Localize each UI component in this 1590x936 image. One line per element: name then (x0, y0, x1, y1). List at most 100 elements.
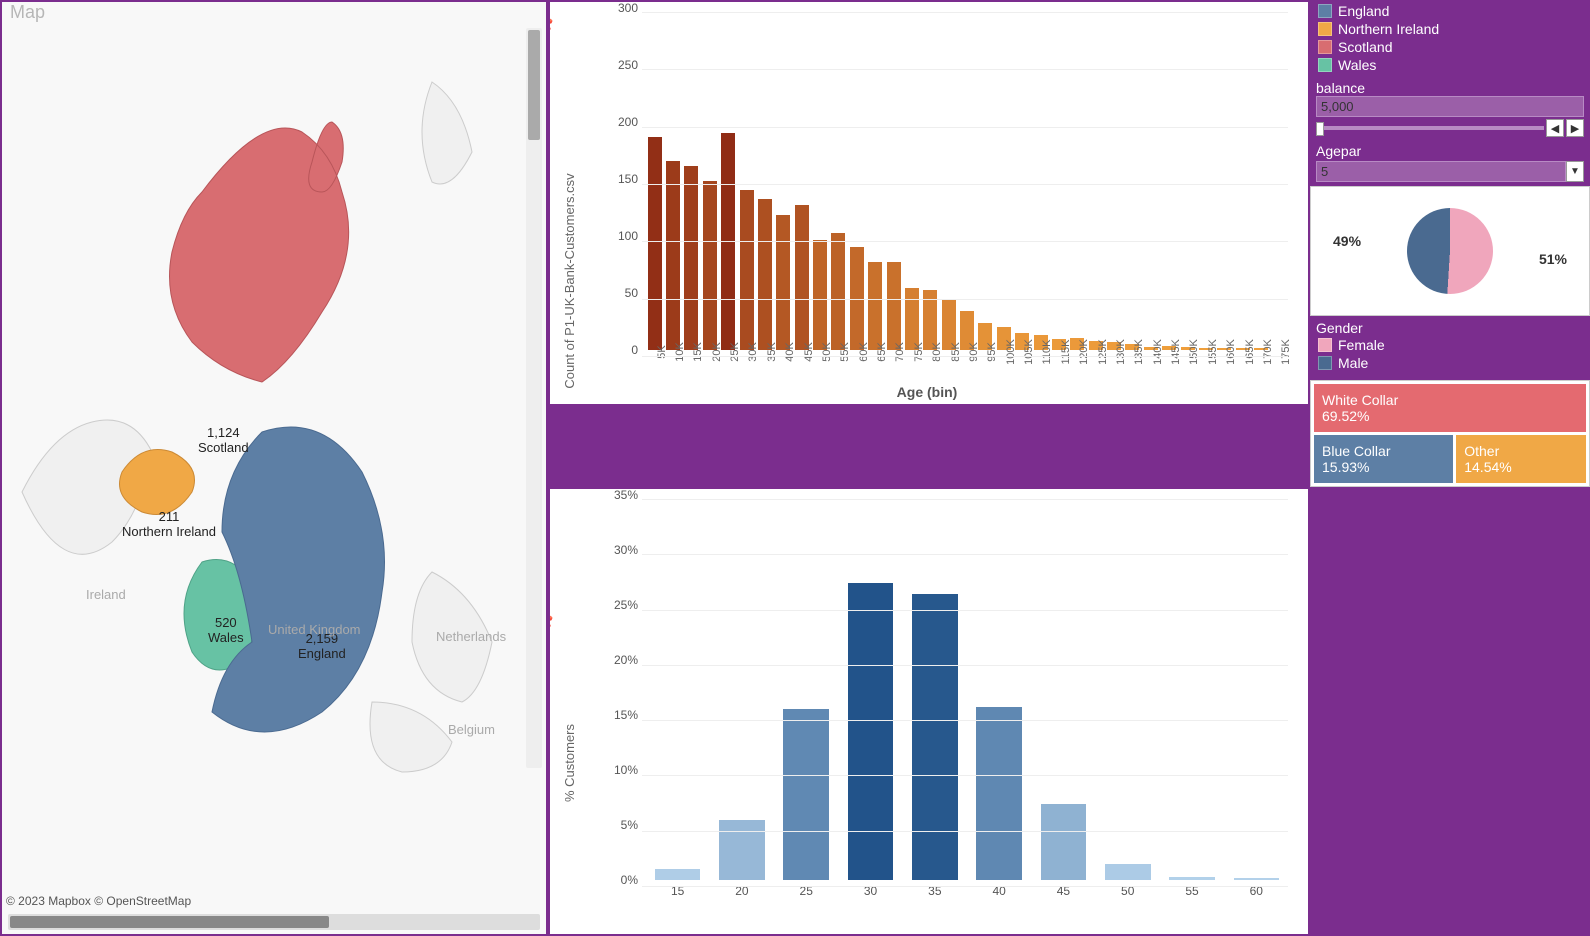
bar[interactable] (1041, 804, 1087, 880)
treemap-cell[interactable]: Blue Collar15.93% (1314, 435, 1453, 483)
ytick: 0 (631, 343, 638, 357)
bar[interactable] (648, 137, 662, 350)
wales-name: Wales (208, 630, 244, 645)
bar[interactable] (758, 199, 772, 350)
ytick: 300 (618, 1, 638, 15)
map-title: Map (10, 2, 45, 23)
bar[interactable] (783, 709, 829, 880)
treemap-cell[interactable]: White Collar69.52% (1314, 384, 1586, 432)
bar[interactable] (666, 161, 680, 350)
legend-label: England (1338, 3, 1389, 19)
map-hscroll[interactable] (8, 914, 540, 930)
map-area[interactable]: Map 1,124Scotland 211Northern Ireland 52… (2, 2, 546, 934)
bar[interactable] (831, 233, 845, 350)
slider-prev[interactable]: ◀ (1546, 119, 1564, 137)
balance-label: balance (1316, 80, 1584, 96)
bar[interactable] (976, 707, 1022, 880)
legend-item[interactable]: Female (1316, 336, 1584, 354)
pie-right-pct: 51% (1539, 251, 1567, 267)
legend-item[interactable]: England (1316, 2, 1584, 20)
region-scotland[interactable] (170, 122, 349, 382)
bg-be: Belgium (448, 722, 495, 737)
balance-slider[interactable] (1316, 126, 1544, 130)
ytick: 15% (614, 708, 638, 722)
legend-swatch (1318, 58, 1332, 72)
map-panel: Map 1,124Scotland 211Northern Ireland 52… (0, 0, 548, 936)
pin-icon[interactable]: 📌 (548, 15, 558, 38)
bar[interactable] (719, 820, 765, 880)
xtick: 175K (1280, 339, 1292, 365)
bar-col[interactable]: 20 (710, 499, 773, 880)
bar[interactable] (887, 262, 901, 350)
age-histogram: 📌 % Customers 0%5%10%15%20%25%30%35% 152… (548, 487, 1310, 936)
bar-col[interactable]: 50 (1096, 499, 1159, 880)
bg-ireland: Ireland (86, 587, 126, 602)
bar[interactable] (1234, 878, 1280, 880)
bar[interactable] (848, 583, 894, 880)
slider-next[interactable]: ▶ (1566, 119, 1584, 137)
gender-pie[interactable]: 49% 51% (1310, 186, 1590, 316)
legend-item[interactable]: Scotland (1316, 38, 1584, 56)
treemap-pct: 15.93% (1322, 459, 1445, 475)
nireland-name: Northern Ireland (122, 524, 216, 539)
bar-col[interactable]: 55 (1160, 499, 1223, 880)
map-attribution: © 2023 Mapbox © OpenStreetMap (6, 894, 191, 908)
agepar-select[interactable]: 5 (1316, 161, 1566, 182)
bar[interactable] (905, 288, 919, 350)
bar[interactable] (813, 240, 827, 350)
bar-col[interactable]: 60 (1225, 499, 1288, 880)
map-vscroll[interactable] (526, 28, 542, 768)
bar-col[interactable]: 30 (839, 499, 902, 880)
legend-label: Wales (1338, 57, 1376, 73)
bar[interactable] (1169, 877, 1215, 880)
bar[interactable] (795, 205, 809, 350)
agepar-label: Agepar (1316, 143, 1584, 159)
legend-label: Female (1338, 337, 1385, 353)
treemap-pct: 14.54% (1464, 459, 1578, 475)
legend-item[interactable]: Northern Ireland (1316, 20, 1584, 38)
ytick: 150 (618, 172, 638, 186)
bar[interactable] (655, 869, 701, 880)
bar[interactable] (868, 262, 882, 350)
balance-param: balance ◀ ▶ (1310, 78, 1590, 139)
bar-col[interactable]: 15 (646, 499, 709, 880)
gender-legend: Gender FemaleMale (1310, 318, 1590, 374)
legend-label: Northern Ireland (1338, 21, 1439, 37)
legend-item[interactable]: Wales (1316, 56, 1584, 74)
ytick: 35% (614, 488, 638, 502)
pie-left-pct: 49% (1333, 233, 1361, 249)
agepar-dropdown[interactable]: ▼ (1566, 161, 1584, 182)
scotland-name: Scotland (198, 440, 249, 455)
bar[interactable] (684, 166, 698, 350)
balance-input[interactable] (1316, 96, 1584, 117)
bar[interactable] (776, 215, 790, 350)
bg-uk: United Kingdom (268, 622, 361, 637)
chart-top-ylabel: Count of P1-UK-Bank-Customers.csv (562, 173, 577, 388)
legend-swatch (1318, 4, 1332, 18)
ytick: 20% (614, 653, 638, 667)
bar-col[interactable]: 25 (775, 499, 838, 880)
ytick: 10% (614, 763, 638, 777)
ytick: 100 (618, 229, 638, 243)
pin-icon[interactable]: 📌 (548, 612, 558, 635)
england-name: England (298, 646, 346, 661)
legend-item[interactable]: Male (1316, 354, 1584, 372)
right-sidebar: England Northern Ireland Scotland Wales bal… (1310, 0, 1590, 487)
treemap-label: Other (1464, 443, 1578, 459)
treemap-cell[interactable]: Other14.54% (1456, 435, 1586, 483)
treemap-label: White Collar (1322, 392, 1578, 408)
bar[interactable] (912, 594, 958, 880)
job-treemap[interactable]: White Collar69.52%Blue Collar15.93%Other… (1310, 380, 1590, 487)
treemap-label: Blue Collar (1322, 443, 1445, 459)
nireland-value: 211 (159, 509, 180, 524)
bar[interactable] (703, 181, 717, 350)
ytick: 250 (618, 58, 638, 72)
ytick: 25% (614, 598, 638, 612)
bar-col[interactable]: 35 (903, 499, 966, 880)
bar-col[interactable]: 45 (1032, 499, 1095, 880)
bar-col[interactable]: 40 (967, 499, 1030, 880)
bar[interactable] (1105, 864, 1151, 880)
bar[interactable] (740, 190, 754, 350)
uk-map[interactable] (12, 22, 532, 792)
legend-label: Scotland (1338, 39, 1392, 55)
